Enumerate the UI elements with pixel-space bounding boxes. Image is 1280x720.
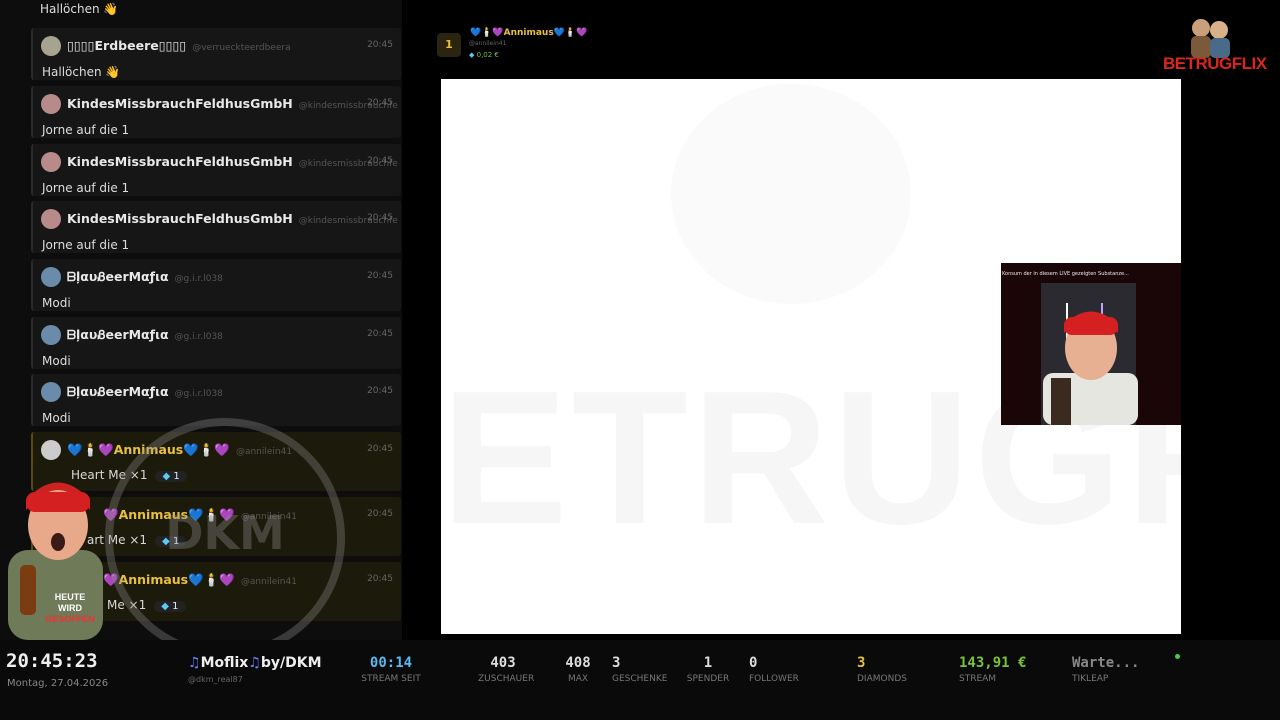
top-gifter-value: ◆ 0,02 €	[469, 51, 499, 59]
chat-username: KindesMissbrauchFeldhusGmbH @kindesmissbr…	[67, 154, 398, 169]
svg-text:HEUTE: HEUTE	[55, 592, 86, 602]
music-note-icon: ♫	[188, 655, 201, 671]
chat-message-text: Jorne auf die 1	[42, 181, 130, 195]
channel-handle: @dkm_real87	[188, 675, 243, 684]
chat-message-text: Hallöchen 👋	[42, 65, 121, 79]
stat-label: FOLLOWER	[749, 674, 799, 684]
streamer-cutout-image: HEUTE WIRD GESOFFEN	[8, 482, 103, 640]
stat-value: 143,91 €	[959, 655, 1027, 671]
pip-webcam-image	[1041, 283, 1138, 425]
stat-label: STREAM SEIT	[361, 674, 421, 684]
stat-value: 403	[490, 655, 516, 671]
logo-characters-icon	[1191, 19, 1230, 58]
chat-username: ᗷļαυᏰeerMαƒια @g.i.r.l038	[67, 269, 223, 284]
stat-viewers: 403 ZUSCHAUER	[478, 655, 535, 684]
betrugflix-logo: BETRUGFLIX	[1163, 16, 1267, 76]
live-status-dot-icon	[1175, 654, 1180, 659]
brand-name: BETRUGFLIX	[1163, 54, 1267, 73]
chat-time: 20:45	[367, 329, 393, 339]
stat-label: STREAM	[959, 674, 997, 684]
user-avatar	[41, 440, 61, 460]
clock: 20:45:23	[6, 650, 98, 672]
stat-followers: 0 FOLLOWER	[743, 655, 803, 684]
svg-text:WIRD: WIRD	[58, 603, 82, 613]
stat-label: ZUSCHAUER	[478, 674, 535, 684]
chat-username: ᗷļαυᏰeerMαƒια @g.i.r.l038	[67, 384, 223, 399]
diamond-icon: ◆	[469, 51, 475, 59]
stat-value: 3	[612, 655, 621, 671]
chat-username: KindesMissbrauchFeldhusGmbH @kindesmissbr…	[67, 211, 398, 226]
stat-value: 00:14	[369, 655, 413, 671]
chat-message-text: Jorne auf die 1	[42, 123, 130, 137]
stat-value: 1	[703, 655, 713, 671]
watermark-pie-icon	[671, 84, 911, 304]
chat-username: KindesMissbrauchFeldhusGmbH @kindesmissbr…	[67, 96, 398, 111]
chat-message: KindesMissbrauchFeldhusGmbH @kindesmissbr…	[31, 201, 401, 253]
channel-name: ♫Moflix♫by/DKM	[188, 655, 322, 671]
chat-message-text: Modi	[42, 354, 71, 368]
chat-time: 20:45	[367, 444, 393, 454]
user-avatar	[41, 152, 61, 172]
music-note-icon: ♫	[248, 655, 261, 671]
user-avatar	[41, 209, 61, 229]
pip-caption: Konsum der in diesem LIVE gezeigten Subs…	[1002, 271, 1129, 277]
stat-max: 408 MAX	[558, 655, 598, 684]
chat-message: KindesMissbrauchFeldhusGmbH @kindesmissbr…	[31, 86, 401, 138]
chat-message: ᗷļαυᏰeerMαƒια @g.i.r.l038 20:45 Modi	[31, 259, 401, 311]
stat-stream-time: 00:14 STREAM SEIT	[352, 655, 430, 684]
stat-value: 3	[857, 655, 866, 671]
chat-message-text: Modi	[42, 296, 71, 310]
chat-time: 20:45	[367, 213, 393, 223]
stat-tikleap: Warte... TIKLEAP	[1068, 655, 1168, 684]
chat-username: ▯▯▯▯Erdbeere▯▯▯▯ @verrueckteerdbeera	[67, 38, 291, 53]
chat-message: KindesMissbrauchFeldhusGmbH @kindesmissbr…	[31, 144, 401, 196]
svg-text:GESOFFEN: GESOFFEN	[45, 614, 95, 624]
rank-badge: 1	[437, 33, 461, 57]
chat-time: 20:45	[367, 386, 393, 396]
bottom-stats-bar: 20:45:23 Montag, 27.04.2026 ♫Moflix♫by/D…	[0, 640, 1280, 720]
top-gifter-handle: @annilein41	[469, 40, 507, 47]
chat-panel: Hallöchen 👋 ▯▯▯▯Erdbeere▯▯▯▯ @verruecktee…	[0, 0, 402, 640]
date: Montag, 27.04.2026	[7, 678, 109, 689]
stat-donors: 1 SPENDER	[678, 655, 738, 684]
stat-gifts: 3 GESCHENKE	[604, 655, 668, 684]
chat-message-text: Modi	[42, 411, 71, 425]
stat-value: 408	[565, 655, 591, 671]
chat-time: 20:45	[367, 509, 393, 519]
chat-message: ▯▯▯▯Erdbeere▯▯▯▯ @verrueckteerdbeera 20:4…	[31, 28, 401, 80]
chat-time: 20:45	[367, 271, 393, 281]
user-avatar	[41, 325, 61, 345]
stat-value: 0	[749, 655, 758, 671]
user-avatar	[41, 36, 61, 56]
chat-message-text: Jorne auf die 1	[42, 238, 130, 252]
user-avatar	[41, 94, 61, 114]
stat-label: DIAMONDS	[857, 674, 907, 684]
user-avatar	[41, 382, 61, 402]
chat-message-text: Hallöchen 👋	[40, 2, 119, 16]
stat-value: Warte...	[1072, 655, 1140, 671]
chat-handle: @g.i.r.l038	[174, 389, 223, 399]
chat-message: ᗷļαυᏰeerMαƒια @g.i.r.l038 20:45 Modi	[31, 317, 401, 369]
chat-time: 20:45	[367, 574, 393, 584]
chat-time: 20:45	[367, 40, 393, 50]
chat-time: 20:45	[367, 156, 393, 166]
chat-handle: @g.i.r.l038	[174, 274, 223, 284]
stat-label: MAX	[567, 674, 589, 684]
user-avatar	[41, 267, 61, 287]
chat-time: 20:45	[367, 98, 393, 108]
stat-label: GESCHENKE	[612, 674, 668, 684]
chat-username: ᗷļαυᏰeerMαƒια @g.i.r.l038	[67, 327, 223, 342]
stat-diamonds: 3 DIAMONDS	[852, 655, 922, 684]
picture-in-picture-video: Konsum der in diesem LIVE gezeigten Subs…	[1001, 263, 1181, 425]
stat-label: TIKLEAP	[1072, 674, 1109, 684]
top-gifter-name: 💙🕯️💜Annimaus💙🕯️💜	[470, 28, 588, 38]
chat-handle: @g.i.r.l038	[174, 332, 223, 342]
stat-label: SPENDER	[686, 674, 730, 684]
chat-handle: @verrueckteerdbeera	[192, 43, 291, 53]
stat-stream-earnings: 143,91 € STREAM	[955, 655, 1055, 684]
